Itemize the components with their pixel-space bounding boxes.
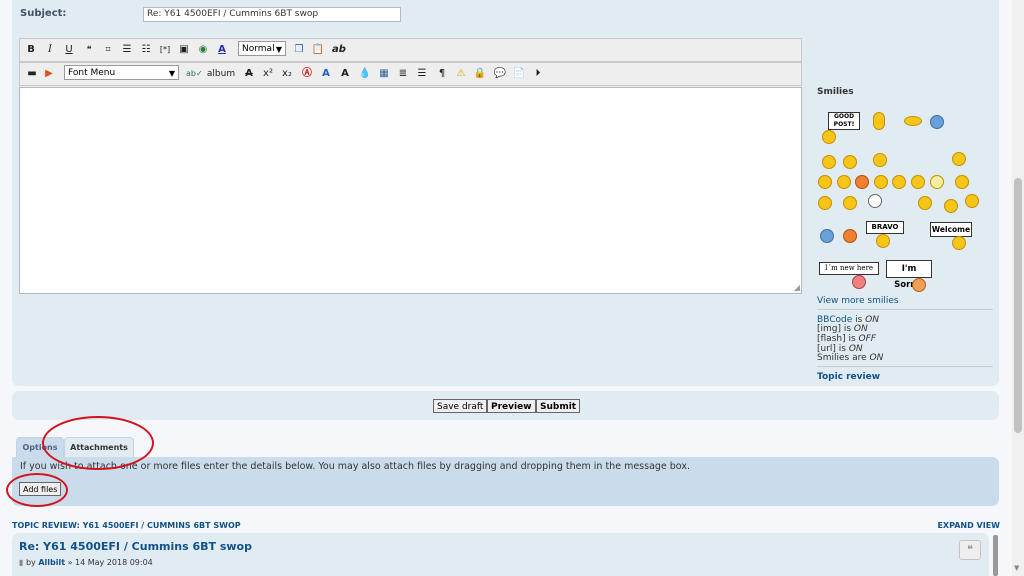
gradient-icon[interactable]: ▦ — [377, 66, 391, 82]
smiley-reading-icon[interactable] — [904, 116, 922, 126]
post-icon: ▮ — [19, 558, 26, 567]
quote-icon[interactable]: ❝ — [959, 540, 981, 560]
document-icon[interactable]: 📄 — [512, 66, 526, 82]
smiley-laugh-icon[interactable] — [818, 175, 832, 189]
view-more-smilies-link[interactable]: View more smilies — [817, 296, 899, 306]
expand-view-link[interactable]: EXPAND VIEW — [937, 521, 1000, 530]
subject-input[interactable]: Re: Y61 4500EFI / Cummins 6BT swop — [143, 7, 401, 22]
media-play-icon[interactable]: ⏵ — [531, 66, 545, 82]
page-scrollbar-thumb[interactable] — [1014, 178, 1022, 433]
smiley-new-here-face-icon[interactable] — [852, 275, 866, 289]
font-size-select[interactable]: Normal ▼ — [238, 41, 286, 56]
annotation-ring-attachments-tab — [42, 416, 154, 470]
italic-button[interactable]: I — [44, 42, 56, 58]
smiley-icon[interactable] — [818, 196, 832, 210]
smilies-divider — [817, 309, 993, 310]
smiley-sleep-icon[interactable] — [944, 199, 958, 213]
link-globe-icon[interactable]: ◉ — [196, 42, 210, 58]
font-menu-select[interactable]: Font Menu ▼ — [64, 65, 179, 80]
save-draft-button[interactable]: Save draft — [433, 399, 488, 413]
spellcheck-button[interactable]: ab — [331, 42, 347, 58]
smiley-icon[interactable] — [952, 152, 966, 166]
smiley-wave-icon[interactable] — [918, 196, 932, 210]
preview-button[interactable]: Preview — [487, 399, 536, 413]
scroll-down-icon[interactable]: ▼ — [1014, 564, 1019, 572]
album-button[interactable]: album — [206, 66, 236, 82]
font-color-icon[interactable]: A — [215, 42, 229, 58]
smiley-bravo-face-icon[interactable] — [876, 234, 890, 248]
smiley-angry-icon[interactable] — [855, 175, 869, 189]
smiley-sorry[interactable]: I'm Sorry! — [886, 260, 932, 290]
align-center-icon[interactable]: ≣ — [396, 66, 410, 82]
align-justify-icon[interactable]: ☰ — [415, 66, 429, 82]
shadow-text-icon[interactable]: A — [338, 66, 352, 82]
highlight-icon[interactable]: ▬ — [25, 66, 39, 82]
smiley-dancing-icon[interactable] — [873, 112, 885, 130]
resize-handle-icon[interactable]: ◢ — [794, 283, 800, 292]
copy-icon[interactable]: ❐ — [292, 42, 306, 58]
message-textarea[interactable]: ◢ — [19, 87, 802, 294]
smiley-sorry-face-icon[interactable] — [912, 278, 926, 292]
status-flash: [flash] is OFF — [817, 334, 876, 344]
smiley-sick-icon[interactable] — [930, 175, 944, 189]
red-text-icon[interactable]: Ⓐ — [300, 66, 314, 82]
direction-icon[interactable]: ¶ — [435, 66, 449, 82]
strikethrough-icon[interactable]: A — [242, 66, 256, 82]
warning-icon[interactable]: ⚠ — [454, 66, 468, 82]
smiley-cool-icon[interactable] — [955, 175, 969, 189]
smiley-grin-icon[interactable] — [837, 175, 851, 189]
status-img: [img] is ON — [817, 324, 868, 334]
drop-icon[interactable]: 💧 — [358, 66, 372, 82]
smiley-icon[interactable] — [843, 196, 857, 210]
smiley-ghost-icon[interactable] — [868, 194, 882, 208]
review-scrollbar[interactable] — [993, 535, 998, 576]
subject-label: Subject: — [20, 8, 67, 19]
smiley-banana-icon[interactable] — [843, 155, 857, 169]
youtube-icon[interactable]: ▶ — [42, 66, 56, 82]
subscript-button[interactable]: x₂ — [280, 66, 294, 82]
smiley-bravo[interactable]: BRAVO — [866, 221, 904, 234]
post-author-link[interactable]: Allbilt — [38, 558, 65, 567]
smiley-confused-icon[interactable] — [874, 175, 888, 189]
smiley-icon[interactable] — [822, 130, 836, 144]
topic-review-heading: TOPIC REVIEW: Y61 4500EFI / CUMMINS 6BT … — [12, 521, 241, 530]
smiley-icon[interactable] — [843, 229, 857, 243]
topic-review-link[interactable]: Topic review — [817, 372, 880, 382]
status-divider — [817, 366, 993, 367]
smilies-title: Smilies — [817, 87, 854, 97]
status-smilies: Smilies are ON — [817, 353, 884, 363]
smiley-icon[interactable] — [822, 155, 836, 169]
smiley-icon[interactable] — [965, 194, 979, 208]
list-item-icon[interactable]: [*] — [158, 42, 172, 58]
smiley-thumbs-up-icon[interactable] — [820, 229, 834, 243]
paste-icon[interactable]: 📋 — [311, 42, 325, 58]
smiley-smile-icon[interactable] — [911, 175, 925, 189]
glow-text-icon[interactable]: A — [319, 66, 333, 82]
lock-icon[interactable]: 🔒 — [473, 66, 487, 82]
editor-toolbar-row-1: B I U ❝ ⌗ ☰ ☷ [*] ▣ ◉ A Normal ▼ ❐ 📋 ab — [19, 38, 802, 62]
image-icon[interactable]: ▣ — [177, 42, 191, 58]
bullet-list-icon[interactable]: ☰ — [120, 42, 134, 58]
post-title-link[interactable]: Re: Y61 4500EFI / Cummins 6BT swop — [19, 540, 252, 553]
annotation-ring-add-files — [6, 473, 68, 507]
speech-bubble-icon[interactable]: 💬 — [492, 66, 508, 82]
smiley-good-post[interactable]: GOOD POST! — [828, 112, 860, 130]
bold-button[interactable]: B — [25, 42, 37, 58]
submit-button[interactable]: Submit — [536, 399, 581, 413]
quote-icon[interactable]: ❝ — [82, 42, 96, 58]
spell-icon[interactable]: ab✓ — [186, 66, 203, 82]
smiley-shocked-icon[interactable] — [892, 175, 906, 189]
smiley-welcome-face-icon[interactable] — [952, 236, 966, 250]
smiley-new-here[interactable]: I´m new here — [819, 262, 879, 275]
editor-toolbar-row-2: ▬ ▶ Font Menu ▼ ab✓ album A x² x₂ Ⓐ A A 💧… — [19, 62, 802, 86]
smiley-welcome[interactable]: Welcome — [930, 222, 972, 237]
post-meta: ▮ by Allbilt » 14 May 2018 09:04 — [19, 558, 153, 567]
underline-button[interactable]: U — [63, 42, 75, 58]
code-icon[interactable]: ⌗ — [101, 42, 115, 58]
smiley-icon[interactable] — [873, 153, 887, 167]
numbered-list-icon[interactable]: ☷ — [139, 42, 153, 58]
superscript-button[interactable]: x² — [261, 66, 275, 82]
smiley-blue-icon[interactable] — [930, 115, 944, 129]
